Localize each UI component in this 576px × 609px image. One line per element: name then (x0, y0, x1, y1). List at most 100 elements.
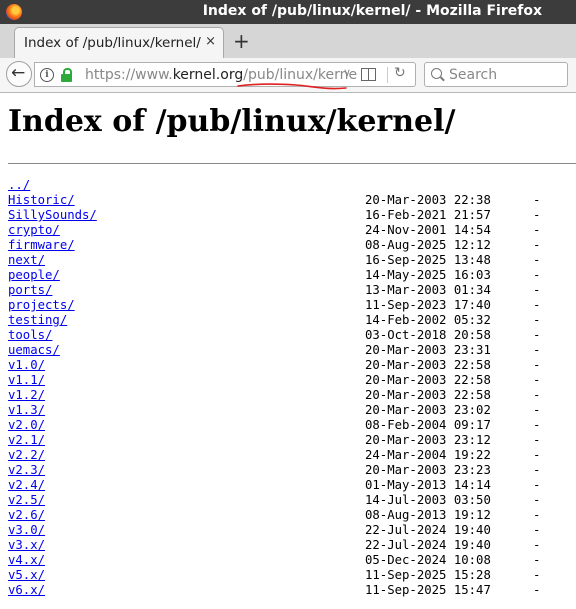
file-size: - (533, 433, 541, 447)
back-button[interactable]: ← (6, 61, 32, 87)
search-icon (431, 68, 442, 79)
directory-link[interactable]: v3.x/ (8, 538, 45, 553)
directory-link[interactable]: projects/ (8, 298, 75, 313)
modified-date: 11-Sep-2023 17:40 (365, 298, 491, 312)
url-prefix: https://www. (85, 67, 173, 83)
directory-link[interactable]: firmware/ (8, 238, 75, 253)
directory-link[interactable]: v2.1/ (8, 433, 45, 448)
modified-date: 08-Feb-2004 09:17 (365, 418, 491, 432)
directory-link[interactable]: v2.3/ (8, 463, 45, 478)
window-title: Index of /pub/linux/kernel/ - Mozilla Fi… (202, 3, 542, 19)
file-size: - (533, 493, 541, 507)
red-underline-annotation (237, 83, 347, 90)
file-size: - (533, 343, 541, 357)
directory-link[interactable]: crypto/ (8, 223, 60, 238)
info-icon[interactable]: i (40, 68, 54, 82)
url-separator (387, 67, 388, 83)
file-size: - (533, 328, 541, 342)
modified-date: 20-Mar-2003 23:02 (365, 403, 491, 417)
tab-label: Index of /pub/linux/kernel/ (24, 35, 201, 51)
directory-link[interactable]: v2.6/ (8, 508, 45, 523)
modified-date: 01-May-2013 14:14 (365, 478, 491, 492)
file-size: - (533, 268, 541, 282)
directory-link[interactable]: v1.0/ (8, 358, 45, 373)
page-heading: Index of /pub/linux/kernel/ (8, 104, 456, 139)
file-size: - (533, 298, 541, 312)
file-size: - (533, 313, 541, 327)
modified-date: 20-Mar-2003 23:12 (365, 433, 491, 447)
modified-date: 11-Sep-2025 15:47 (365, 583, 491, 597)
directory-link[interactable]: testing/ (8, 313, 67, 328)
page-content: Index of /pub/linux/kernel/ ../ Historic… (0, 93, 576, 609)
reload-icon[interactable]: ↻ (394, 65, 406, 81)
modified-date: 14-Feb-2002 05:32 (365, 313, 491, 327)
window-titlebar: Index of /pub/linux/kernel/ - Mozilla Fi… (0, 0, 576, 24)
directory-link[interactable]: v4.x/ (8, 553, 45, 568)
tab-close-icon[interactable]: × (205, 34, 216, 49)
modified-date: 20-Mar-2003 23:31 (365, 343, 491, 357)
directory-link[interactable]: next/ (8, 253, 45, 268)
file-size: - (533, 448, 541, 462)
lock-icon[interactable] (61, 68, 72, 82)
directory-link[interactable]: v1.3/ (8, 403, 45, 418)
horizontal-rule (8, 163, 576, 165)
directory-link[interactable]: uemacs/ (8, 343, 60, 358)
url-dropdown-icon[interactable]: ∨ (343, 66, 351, 79)
file-size: - (533, 388, 541, 402)
directory-link[interactable]: people/ (8, 268, 60, 283)
file-size: - (533, 403, 541, 417)
modified-date: 20-Mar-2003 23:23 (365, 463, 491, 477)
file-size: - (533, 238, 541, 252)
directory-link[interactable]: v1.2/ (8, 388, 45, 403)
modified-date: 20-Mar-2003 22:58 (365, 388, 491, 402)
directory-link[interactable]: SillySounds/ (8, 208, 97, 223)
directory-link[interactable]: v2.5/ (8, 493, 45, 508)
modified-date: 14-May-2025 16:03 (365, 268, 491, 282)
modified-date: 20-Mar-2003 22:58 (365, 358, 491, 372)
url-text[interactable]: https://www.kernel.org/pub/linux/kerne (85, 67, 357, 83)
url-path: /pub/linux/kerne (243, 67, 358, 83)
file-size: - (533, 193, 541, 207)
back-arrow-icon: ← (11, 63, 26, 83)
reader-view-icon[interactable] (361, 68, 376, 81)
modified-date: 05-Dec-2024 10:08 (365, 553, 491, 567)
directory-link[interactable]: v2.2/ (8, 448, 45, 463)
directory-link[interactable]: v2.0/ (8, 418, 45, 433)
directory-link[interactable]: ports/ (8, 283, 52, 298)
modified-date: 11-Sep-2025 15:28 (365, 568, 491, 582)
url-bar[interactable]: i https://www.kernel.org/pub/linux/kerne… (34, 62, 416, 87)
parent-directory-link[interactable]: ../ (8, 178, 30, 193)
modified-date: 20-Mar-2003 22:38 (365, 193, 491, 207)
file-size: - (533, 253, 541, 267)
directory-link[interactable]: v6.x/ (8, 583, 45, 598)
file-size: - (533, 373, 541, 387)
new-tab-button[interactable]: + (233, 29, 250, 53)
directory-link[interactable]: v2.4/ (8, 478, 45, 493)
modified-date: 08-Aug-2025 12:12 (365, 238, 491, 252)
modified-date: 03-Oct-2018 20:58 (365, 328, 491, 342)
directory-link[interactable]: v1.1/ (8, 373, 45, 388)
modified-date: 16-Feb-2021 21:57 (365, 208, 491, 222)
modified-date: 24-Mar-2004 19:22 (365, 448, 491, 462)
tab-active[interactable]: Index of /pub/linux/kernel/ × (14, 27, 224, 59)
modified-date: 13-Mar-2003 01:34 (365, 283, 491, 297)
file-size: - (533, 538, 541, 552)
file-size: - (533, 478, 541, 492)
file-size: - (533, 223, 541, 237)
search-bar[interactable]: Search (424, 62, 568, 87)
directory-link[interactable]: v3.0/ (8, 523, 45, 538)
modified-date: 22-Jul-2024 19:40 (365, 538, 491, 552)
file-size: - (533, 553, 541, 567)
file-size: - (533, 583, 541, 597)
tab-strip: Index of /pub/linux/kernel/ × + (0, 24, 576, 59)
modified-date: 16-Sep-2025 13:48 (365, 253, 491, 267)
directory-link[interactable]: v5.x/ (8, 568, 45, 583)
file-size: - (533, 418, 541, 432)
directory-link[interactable]: tools/ (8, 328, 52, 343)
directory-link[interactable]: Historic/ (8, 193, 75, 208)
modified-date: 20-Mar-2003 22:58 (365, 373, 491, 387)
url-domain: kernel.org (172, 67, 244, 83)
modified-date: 14-Jul-2003 03:50 (365, 493, 491, 507)
file-size: - (533, 463, 541, 477)
modified-date: 22-Jul-2024 19:40 (365, 523, 491, 537)
